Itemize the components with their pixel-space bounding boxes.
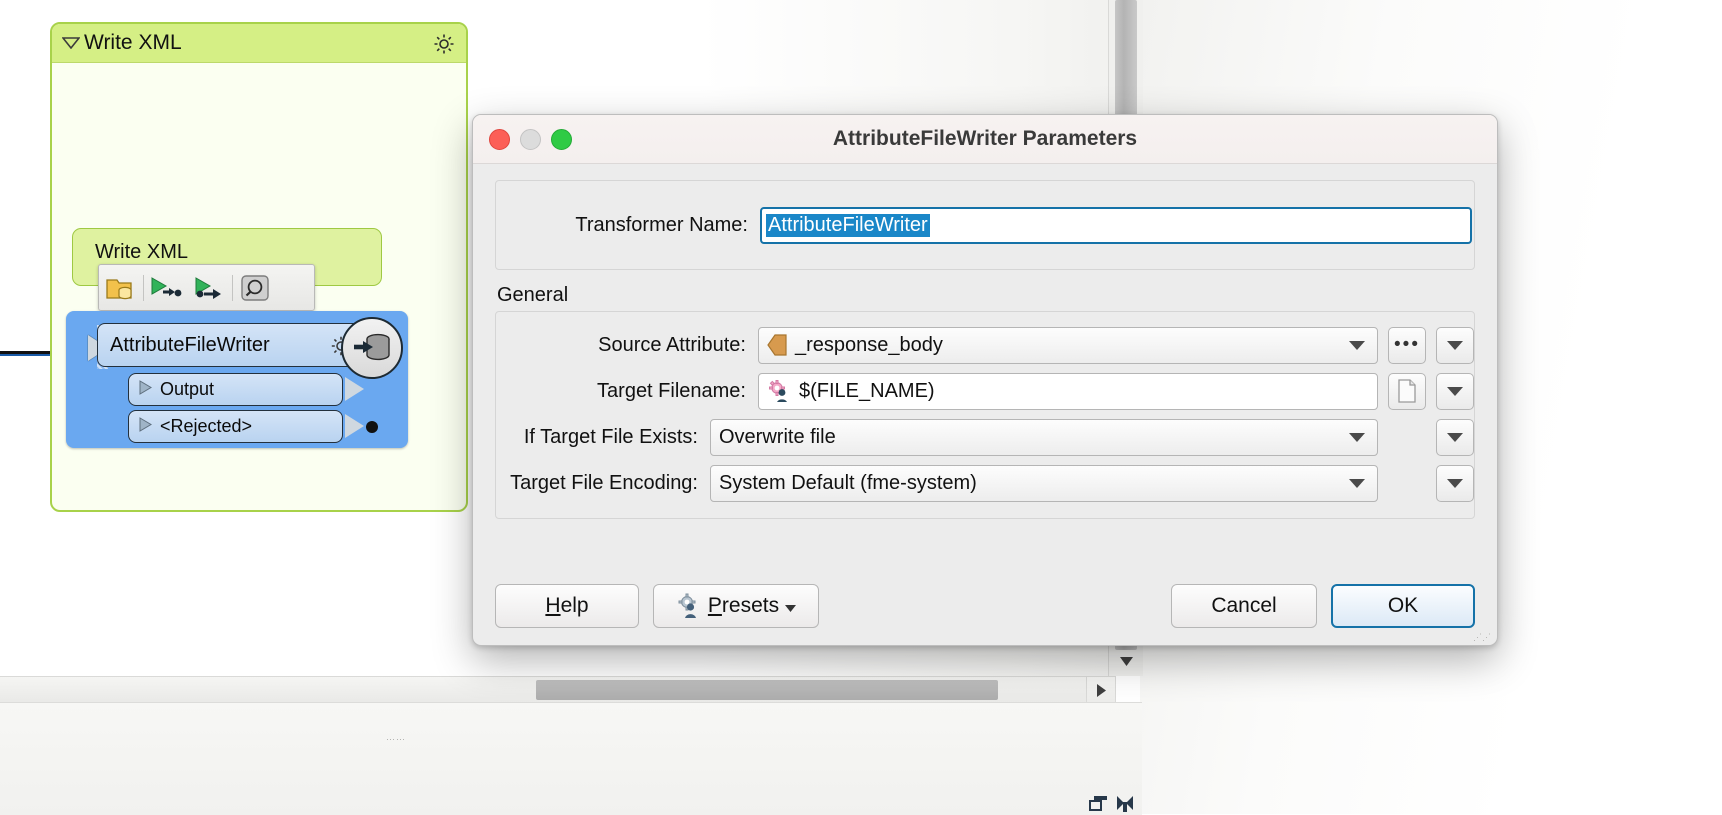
row-target-file-encoding: Target File Encoding: System Default (fm… [496, 460, 1474, 506]
run-to-this-icon[interactable] [144, 265, 188, 310]
attribute-tag-icon [767, 334, 787, 356]
node-port-rejected[interactable]: <Rejected> [128, 410, 343, 443]
if-target-file-exists-label: If Target File Exists: [523, 425, 698, 448]
horizontal-scrollbar-thumb[interactable] [536, 680, 998, 700]
cancel-button[interactable]: Cancel [1171, 584, 1317, 628]
writer-database-icon [341, 317, 403, 379]
presets-label-rest: resets [721, 594, 780, 617]
output-port-arrow[interactable] [345, 377, 364, 401]
bookmark-header[interactable]: Write XML [52, 24, 466, 63]
dropdown-button[interactable] [1436, 372, 1474, 410]
attributefilewriter-parameters-dialog[interactable]: AttributeFileWriter Parameters Transform… [472, 114, 1498, 646]
chevron-down-icon[interactable] [1349, 340, 1365, 350]
run-from-this-icon[interactable] [188, 265, 232, 310]
presets-gear-person-icon [676, 593, 702, 619]
bookmark-title: Write XML [84, 31, 182, 54]
transformer-name-input[interactable]: AttributeFileWriter [760, 206, 1472, 244]
dialog-titlebar[interactable]: AttributeFileWriter Parameters [473, 115, 1497, 164]
target-filename-value: $(FILE_NAME) [799, 379, 935, 402]
user-parameter-icon [767, 379, 791, 403]
target-file-encoding-combo[interactable]: System Default (fme-system) [710, 464, 1378, 502]
rejected-port-arrow[interactable] [345, 414, 364, 438]
horizontal-scrollbar[interactable] [0, 676, 1108, 703]
node-label: AttributeFileWriter [110, 333, 270, 356]
node-header[interactable]: AttributeFileWriter [97, 323, 362, 367]
status-bar: ⋯⋯ [0, 702, 1142, 815]
transformer-name-panel: Transformer Name: AttributeFileWriter [495, 180, 1475, 270]
dialog-resize-grip[interactable]: ⋰⋰ [1473, 633, 1491, 642]
row-if-target-file-exists: If Target File Exists: Overwrite file [496, 414, 1474, 460]
source-attribute-value: _response_body [795, 333, 943, 356]
node-port-label: Output [160, 379, 215, 399]
if-target-file-exists-value: Overwrite file [719, 425, 836, 448]
triangle-down-icon[interactable] [62, 34, 80, 52]
inspect-magnifier-icon[interactable] [233, 265, 277, 310]
transformer-name-label: Transformer Name: [575, 213, 748, 236]
dropdown-button[interactable] [1436, 418, 1474, 456]
rejected-port-endpoint [366, 421, 378, 433]
node-context-toolbar[interactable] [98, 264, 315, 311]
presets-button[interactable]: Presets [653, 584, 819, 628]
node-port-label: <Rejected> [160, 416, 253, 436]
ellipsis-button[interactable]: ••• [1388, 326, 1426, 364]
source-attribute-combo[interactable]: _response_body [758, 326, 1378, 364]
ok-button[interactable]: OK [1331, 584, 1475, 628]
help-button[interactable]: Help [495, 584, 639, 628]
file-browse-button[interactable] [1388, 372, 1426, 410]
source-attribute-label: Source Attribute: [598, 333, 746, 356]
dropdown-button[interactable] [1436, 326, 1474, 364]
dialog-footer: Help Presets Cancel OK [473, 567, 1497, 645]
transformer-node-attributefilewriter[interactable]: AttributeFileWriter Output <Rejected> [66, 311, 408, 448]
row-target-filename: Target Filename: $(FILE_NAME) [496, 368, 1474, 414]
target-filename-label: Target Filename: [597, 379, 746, 402]
general-section-label: General [497, 284, 569, 306]
chevron-down-icon[interactable] [1349, 432, 1365, 442]
transformer-name-value: AttributeFileWriter [766, 213, 930, 237]
window-layout-icon[interactable] [1088, 795, 1108, 813]
scrollbar-down-button[interactable] [1113, 650, 1139, 672]
target-filename-input[interactable]: $(FILE_NAME) [758, 372, 1378, 410]
collapse-icon[interactable] [1116, 795, 1134, 813]
target-file-encoding-value: System Default (fme-system) [719, 471, 977, 494]
chevron-down-icon[interactable] [1349, 478, 1365, 488]
target-file-encoding-label: Target File Encoding: [510, 471, 698, 494]
resize-grip-dots: ⋯⋯ [386, 734, 406, 744]
help-label-rest: elp [560, 594, 589, 617]
scrollbar-right-button[interactable] [1086, 676, 1116, 704]
dropdown-button[interactable] [1436, 464, 1474, 502]
inner-bookmark-title: Write XML [95, 241, 188, 263]
gear-icon[interactable] [432, 32, 456, 56]
triangle-right-icon [139, 416, 152, 437]
general-panel: Source Attribute: _response_body ••• Tar… [495, 311, 1475, 519]
folder-database-icon[interactable] [99, 265, 143, 310]
row-source-attribute: Source Attribute: _response_body ••• [496, 322, 1474, 368]
triangle-right-icon [139, 379, 152, 400]
node-port-output[interactable]: Output [128, 373, 343, 406]
dialog-title: AttributeFileWriter Parameters [832, 127, 1138, 150]
chevron-down-icon[interactable] [785, 594, 797, 618]
if-target-file-exists-combo[interactable]: Overwrite file [710, 418, 1378, 456]
